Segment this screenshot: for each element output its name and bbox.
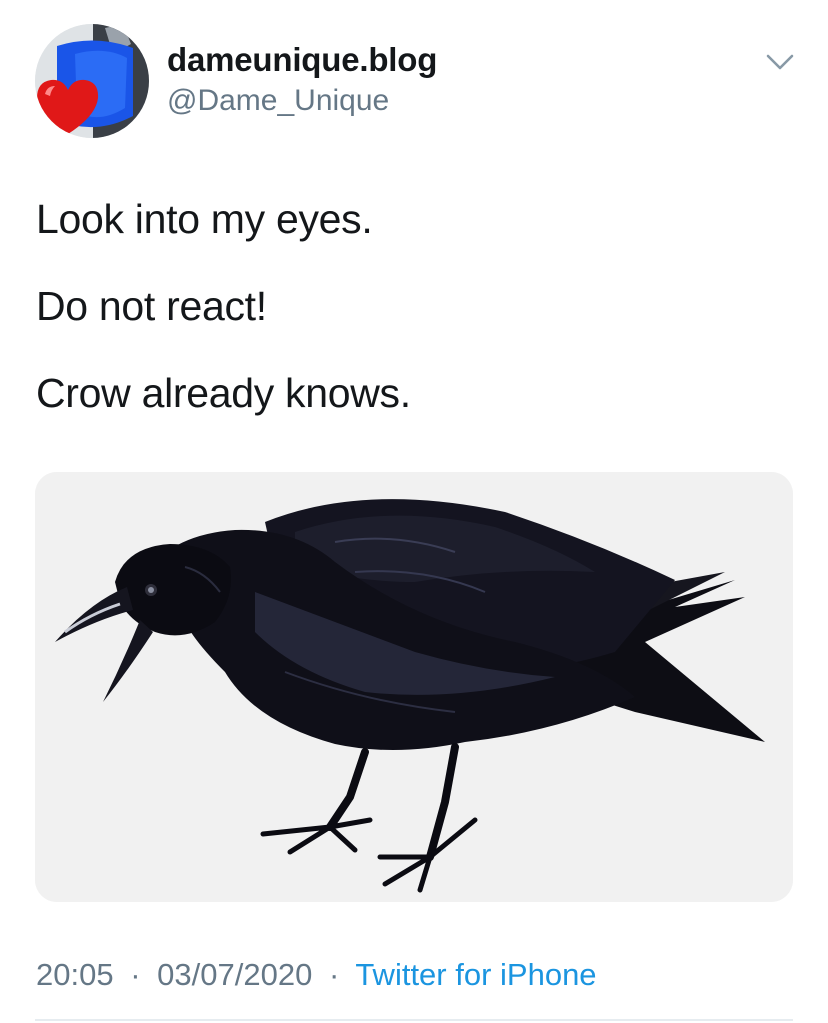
meta-separator: · (328, 957, 340, 992)
tweet-meta: 20:05 · 03/07/2020 · Twitter for iPhone (36, 952, 597, 998)
tweet-media[interactable] (35, 472, 793, 902)
tweet-text-line: Look into my eyes. (36, 196, 373, 242)
user-handle[interactable]: @Dame_Unique (167, 82, 437, 120)
tweet-text-line: Crow already knows. (36, 370, 411, 416)
tweet-source-link[interactable]: Twitter for iPhone (355, 957, 596, 992)
tweet-text-line: Do not react! (36, 283, 267, 329)
crow-illustration (35, 472, 793, 902)
tweet-card: dameunique.blog @Dame_Unique Look into m… (0, 0, 828, 1023)
tweet-date[interactable]: 03/07/2020 (157, 957, 312, 992)
author-info[interactable]: dameunique.blog @Dame_Unique (167, 40, 437, 120)
tweet-text: Look into my eyes. Do not react! Crow al… (36, 190, 796, 451)
display-name[interactable]: dameunique.blog (167, 40, 437, 80)
chevron-down-icon[interactable] (762, 48, 798, 76)
divider (35, 1019, 793, 1021)
meta-separator: · (130, 957, 141, 992)
avatar[interactable] (35, 24, 149, 138)
heart-avatar-icon (35, 24, 149, 138)
tweet-time[interactable]: 20:05 (36, 957, 114, 992)
